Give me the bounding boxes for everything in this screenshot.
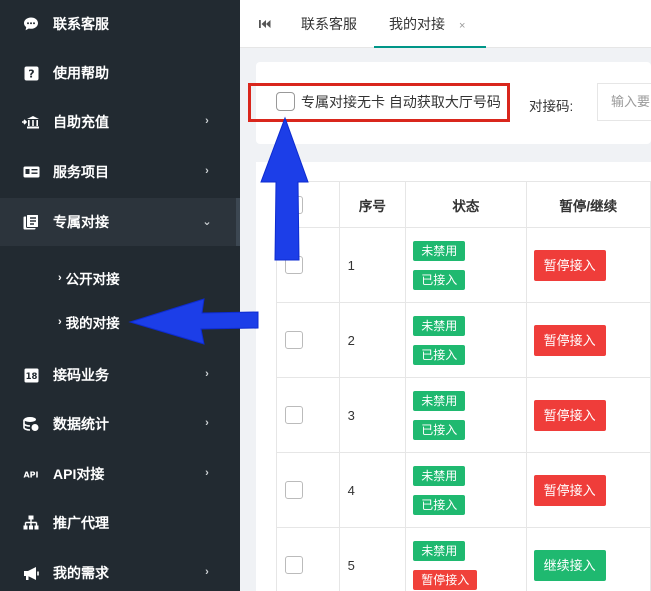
svg-text:?: ? [28,67,34,80]
sidebar-item-label: 数据统计 [53,416,109,432]
header-select-all[interactable] [276,181,340,228]
first-page-icon[interactable] [258,17,272,31]
pause-button[interactable]: 暂停接入 [533,474,606,506]
sidebar-item-my-needs[interactable]: 我的需求 › [0,549,240,591]
sidebar-item-help[interactable]: ? 使用帮助 [0,49,240,97]
highlight-box [248,83,510,122]
chevron-right-icon: › [205,115,209,127]
select-all-checkbox[interactable] [285,195,303,214]
tab-bar: 联系客服 我的对接 × [240,0,651,48]
row-checkbox[interactable] [285,331,303,349]
row-checkbox[interactable] [285,406,303,424]
sidebar-item-api[interactable]: API API对接 › [0,450,240,498]
status-badge: 已接入 [413,494,466,515]
table-row: 5 未禁用暂停接入 继续接入 [276,527,651,591]
row-number: 1 [338,227,407,303]
sidebar-subitem-my-connect[interactable]: › 我的对接 [58,312,120,332]
header-no: 序号 [338,181,407,228]
sidebar-item-label: 专属对接 [53,214,109,230]
chat-icon [22,15,40,33]
tab-label: 我的对接 [389,16,445,32]
table-row: 4 未禁用已接入 暂停接入 [276,452,651,528]
table-row: 3 未禁用已接入 暂停接入 [276,377,651,453]
pause-button[interactable]: 暂停接入 [533,399,606,431]
sidebar-item-services[interactable]: 服务项目 › [0,148,240,196]
sidebar-item-label: 使用帮助 [53,65,109,81]
status-badge: 未禁用 [413,540,466,561]
svg-text:API: API [23,471,38,480]
row-checkbox[interactable] [285,481,303,499]
row-checkbox[interactable] [285,556,303,574]
megaphone-icon [22,564,40,582]
row-checkbox[interactable] [285,256,303,274]
sidebar-item-label: 推广代理 [53,515,109,531]
header-status: 状态 [405,181,527,228]
chevron-right-icon: › [205,566,209,578]
connections-table: 序号 状态 暂停/继续 1 未禁用 已接入 暂停接入 2 未禁用 已接入 暂停接入 … [276,181,651,591]
sidebar-item-label: 我的需求 [53,565,109,581]
row-number: 5 [338,527,407,591]
sidebar-subitem-label: 公开对接 [65,272,120,287]
database-icon [22,415,40,433]
chevron-right-icon: › [205,417,209,429]
sidebar-item-dedicated[interactable]: 专属对接 ⌄ [0,198,240,246]
chevron-right-icon: › [58,316,62,328]
help-icon: ? [22,64,40,82]
tab-contact-service[interactable]: 联系客服 [301,0,357,48]
sidebar-item-statistics[interactable]: 数据统计 › [0,400,240,448]
status-badge: 暂停接入 [413,569,478,590]
sitemap-icon [22,514,40,532]
bank-icon [22,113,40,131]
sidebar-item-recharge[interactable]: 自助充值 › [0,98,240,146]
chevron-down-icon: ⌄ [202,215,212,228]
chevron-right-icon: › [58,272,62,284]
header-pause-resume: 暂停/继续 [525,181,651,228]
status-badge: 已接入 [413,419,466,440]
pause-button[interactable]: 暂停接入 [533,249,606,281]
chevron-right-icon: › [205,165,209,177]
status-badge: 未禁用 [413,315,466,336]
row-number: 3 [338,377,407,453]
sidebar-item-label: 服务项目 [53,164,109,180]
tab-label: 联系客服 [301,16,357,32]
row-number: 2 [338,302,407,378]
status-badge: 已接入 [413,344,466,365]
pause-button[interactable]: 暂停接入 [533,324,606,356]
code-input[interactable]: 输入要 [597,83,651,121]
row-number: 4 [338,452,407,528]
sms-icon: 18 [22,366,40,384]
chevron-right-icon: › [205,368,209,380]
table-header-row: 序号 状态 暂停/继续 [276,181,651,228]
sidebar-item-label: 自助充值 [53,114,109,130]
status-badge: 未禁用 [413,390,466,411]
sidebar: 联系客服 ? 使用帮助 自助充值 › 服务项目 › 专属对接 ⌄ › 公开对接 … [0,0,240,591]
sidebar-item-contact-service[interactable]: 联系客服 [0,0,240,48]
table-row: 1 未禁用已接入 暂停接入 [276,227,651,303]
sidebar-item-promotion[interactable]: 推广代理 [0,499,240,547]
sidebar-item-sms-business[interactable]: 18 接码业务 › [0,351,240,399]
svg-text:18: 18 [25,372,37,382]
sidebar-scrollbar[interactable] [236,198,240,246]
code-label: 对接码: [529,99,574,114]
api-icon: API [22,465,40,483]
sidebar-item-label: API对接 [53,466,105,482]
sidebar-subitem-label: 我的对接 [65,316,120,331]
status-badge: 未禁用 [413,240,466,261]
resume-button[interactable]: 继续接入 [533,549,606,581]
card-icon [22,163,40,181]
sidebar-subitem-public-connect[interactable]: › 公开对接 [58,268,120,288]
table-row: 2 未禁用已接入 暂停接入 [276,302,651,378]
tab-my-connect[interactable]: 我的对接 × [374,0,486,48]
dedicated-icon [22,213,40,231]
chevron-right-icon: › [205,467,209,479]
sidebar-item-label: 接码业务 [53,367,109,383]
close-icon[interactable]: × [459,20,465,32]
status-badge: 已接入 [413,269,466,290]
sidebar-item-label: 联系客服 [53,16,109,32]
status-badge: 未禁用 [413,465,466,486]
